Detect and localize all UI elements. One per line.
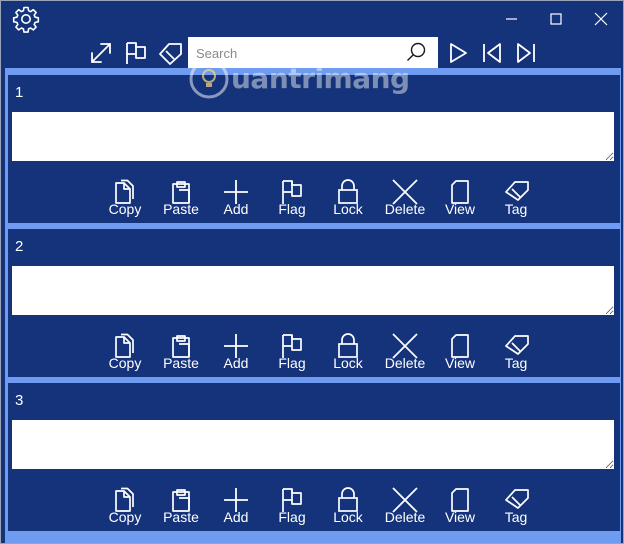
item-actions: Copy Paste Add Flag Lock Delete View Tag bbox=[8, 479, 620, 529]
clipboard-window: 1 Copy Paste Add Flag bbox=[0, 0, 624, 544]
flag-button[interactable]: Flag bbox=[267, 325, 317, 375]
tag-button[interactable]: Tag bbox=[491, 325, 541, 375]
view-button[interactable]: View bbox=[435, 171, 485, 221]
clipboard-text-field[interactable] bbox=[12, 420, 614, 469]
item-number: 2 bbox=[15, 238, 24, 255]
skip-previous-icon[interactable] bbox=[479, 40, 505, 66]
paste-button[interactable]: Paste bbox=[156, 479, 206, 529]
top-bar bbox=[1, 1, 623, 68]
expand-icon[interactable] bbox=[88, 40, 114, 66]
copy-button[interactable]: Copy bbox=[100, 171, 150, 221]
tag-label: Tag bbox=[504, 355, 528, 371]
skip-next-icon[interactable] bbox=[513, 40, 539, 66]
copy-button[interactable]: Copy bbox=[100, 325, 150, 375]
flag-icon[interactable] bbox=[123, 40, 149, 66]
tag-label: Tag bbox=[504, 509, 528, 525]
item-actions: Copy Paste Add Flag Lock Delete View Tag bbox=[8, 171, 620, 221]
delete-button[interactable]: Delete bbox=[380, 325, 430, 375]
tag-button[interactable]: Tag bbox=[491, 171, 541, 221]
add-button[interactable]: Add bbox=[211, 171, 261, 221]
add-button[interactable]: Add bbox=[211, 479, 261, 529]
clipboard-item: 3 Copy Paste Add Flag Lock Delete View T… bbox=[8, 383, 620, 531]
delete-button[interactable]: Delete bbox=[380, 479, 430, 529]
flag-button[interactable]: Flag bbox=[267, 171, 317, 221]
close-button[interactable] bbox=[593, 11, 609, 27]
add-button[interactable]: Add bbox=[211, 325, 261, 375]
delete-button[interactable]: Delete bbox=[380, 171, 430, 221]
clipboard-text-field[interactable] bbox=[12, 112, 614, 161]
tag-label: Tag bbox=[504, 201, 528, 217]
lock-button[interactable]: Lock bbox=[323, 171, 373, 221]
view-button[interactable]: View bbox=[435, 479, 485, 529]
settings-gear-icon[interactable] bbox=[12, 6, 40, 33]
item-number: 1 bbox=[15, 84, 24, 101]
tag-icon[interactable] bbox=[158, 40, 184, 66]
item-actions: Copy Paste Add Flag Lock Delete View Tag bbox=[8, 325, 620, 375]
clipboard-list: 1 Copy Paste Add Flag Lock Delete View T… bbox=[5, 68, 621, 543]
search-icon[interactable] bbox=[406, 42, 426, 62]
clipboard-item: 2 Copy Paste Add Flag Lock Delete View T… bbox=[8, 229, 620, 377]
copy-button[interactable]: Copy bbox=[100, 479, 150, 529]
clipboard-text-field[interactable] bbox=[12, 266, 614, 315]
paste-button[interactable]: Paste bbox=[156, 171, 206, 221]
lock-button[interactable]: Lock bbox=[323, 479, 373, 529]
view-button[interactable]: View bbox=[435, 325, 485, 375]
maximize-button[interactable] bbox=[548, 11, 564, 27]
flag-button[interactable]: Flag bbox=[267, 479, 317, 529]
lock-button[interactable]: Lock bbox=[323, 325, 373, 375]
item-number: 3 bbox=[15, 392, 24, 409]
play-icon[interactable] bbox=[445, 40, 471, 66]
paste-button[interactable]: Paste bbox=[156, 325, 206, 375]
minimize-button[interactable] bbox=[504, 11, 520, 27]
search-input[interactable] bbox=[196, 43, 396, 63]
tag-button[interactable]: Tag bbox=[491, 479, 541, 529]
search-box bbox=[188, 37, 438, 68]
clipboard-item: 1 Copy Paste Add Flag Lock Delete View T… bbox=[8, 75, 620, 223]
